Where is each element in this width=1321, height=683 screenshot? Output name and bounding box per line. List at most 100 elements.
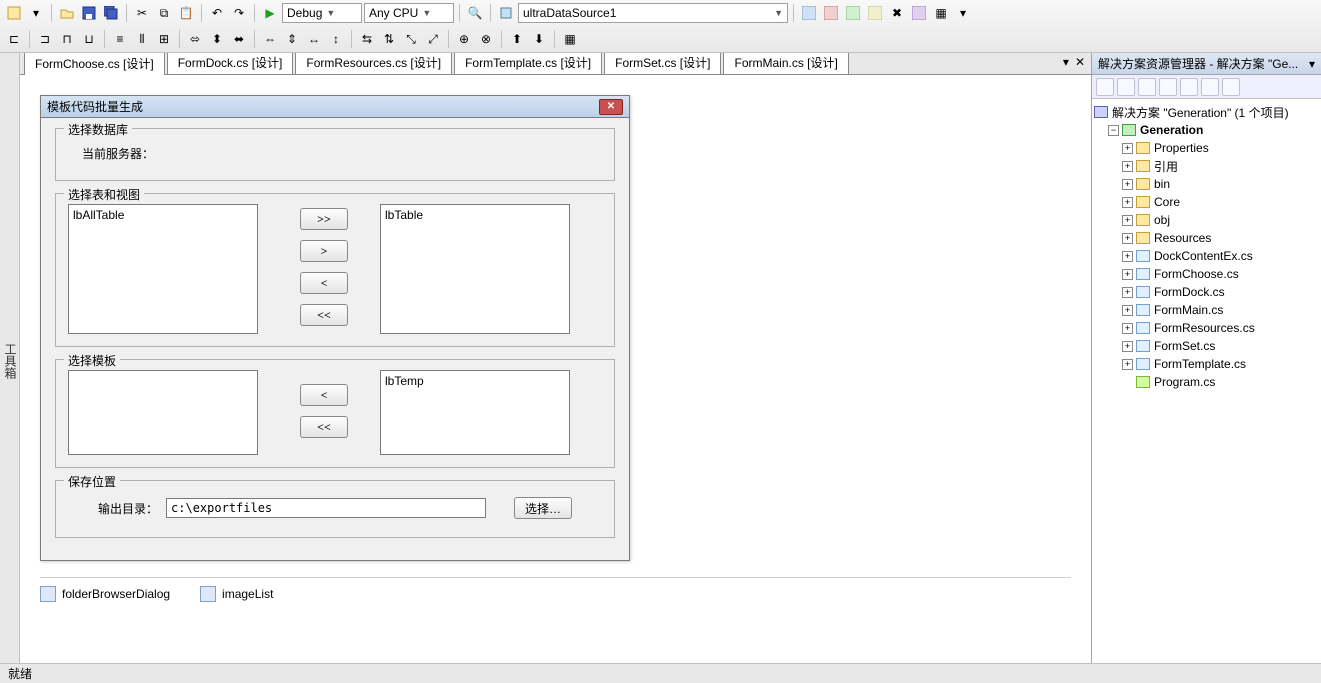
panel-dropdown-icon[interactable]: ▾ [1309,57,1315,71]
tree-row-project[interactable]: − Generation [1094,121,1319,139]
toolbox-icon-7[interactable]: ▦ [931,3,951,23]
expand-icon[interactable]: + [1122,233,1133,244]
start-debug-icon[interactable]: ▶ [260,3,280,23]
size-icon[interactable]: ⬌ [229,29,249,49]
toolbox-icon-6[interactable] [909,3,929,23]
center-icon[interactable]: ⊗ [476,29,496,49]
form-designer-surface[interactable]: 模板代码批量生成 ✕ 选择数据库 当前服务器： 选择表和视图 lbAllTabl… [20,75,1091,663]
toolbox-icon-1[interactable] [799,3,819,23]
tree-row-item[interactable]: +FormResources.cs [1094,319,1319,337]
form-close-button[interactable]: ✕ [599,99,623,115]
tree-row-item[interactable]: +obj [1094,211,1319,229]
tab-formtemplate[interactable]: FormTemplate.cs [设计] [454,53,602,74]
tab-overflow-icon[interactable]: ▾ [1063,55,1069,69]
tree-row-item[interactable]: +FormTemplate.cs [1094,355,1319,373]
align-icon[interactable]: ⊞ [154,29,174,49]
align-icon[interactable]: ⊔ [79,29,99,49]
copy-icon[interactable]: ⧉ [154,3,174,23]
toolbox-strip[interactable]: 工具箱 [0,53,20,663]
tree-row-item[interactable]: Program.cs [1094,373,1319,391]
panel-btn-3[interactable] [1138,78,1156,96]
paste-icon[interactable]: 📋 [176,3,196,23]
button-move-right[interactable]: > [300,240,348,262]
redo-icon[interactable]: ↷ [229,3,249,23]
find-icon[interactable]: 🔍 [465,3,485,23]
panel-btn-5[interactable] [1180,78,1198,96]
spacing-icon[interactable]: ⇔ [260,29,280,49]
spacing-icon[interactable]: ⤡ [401,29,421,49]
button-template-left[interactable]: < [300,384,348,406]
expand-icon[interactable]: + [1122,305,1133,316]
config-combo[interactable]: Debug▼ [282,3,362,23]
tab-order-icon[interactable]: ▦ [560,29,580,49]
panel-btn-4[interactable] [1159,78,1177,96]
tree-row-item[interactable]: +bin [1094,175,1319,193]
tab-formresources[interactable]: FormResources.cs [设计] [295,53,452,74]
toolbox-icon-4[interactable] [865,3,885,23]
panel-btn-6[interactable] [1201,78,1219,96]
expand-icon[interactable]: + [1122,359,1133,370]
order-icon[interactable]: ⬆ [507,29,527,49]
align-icon[interactable]: ⊐ [35,29,55,49]
size-icon[interactable]: ⬄ [185,29,205,49]
tab-formmain[interactable]: FormMain.cs [设计] [723,53,848,74]
spacing-icon[interactable]: ⤢ [423,29,443,49]
expand-icon[interactable]: + [1122,323,1133,334]
datasource-combo[interactable]: ultraDataSource1▼ [518,3,788,23]
spacing-icon[interactable]: ↕ [326,29,346,49]
listbox-selected-tables[interactable]: lbTable [380,204,570,334]
expand-icon[interactable]: + [1122,287,1133,298]
tree-row-item[interactable]: +Properties [1094,139,1319,157]
new-project-icon[interactable] [4,3,24,23]
center-icon[interactable]: ⊕ [454,29,474,49]
tray-image-list[interactable]: imageList [200,586,273,602]
panel-btn-1[interactable] [1096,78,1114,96]
listbox-template-left[interactable] [68,370,258,455]
tree-row-item[interactable]: +Resources [1094,229,1319,247]
tab-close-icon[interactable]: ✕ [1075,55,1085,69]
form-titlebar[interactable]: 模板代码批量生成 ✕ [41,96,629,118]
tree-row-item[interactable]: +DockContentEx.cs [1094,247,1319,265]
toolbox-icon-3[interactable] [843,3,863,23]
align-icon[interactable]: ⊓ [57,29,77,49]
toolbox-icon-2[interactable] [821,3,841,23]
tree-row-item[interactable]: +Core [1094,193,1319,211]
button-move-all-right[interactable]: >> [300,208,348,230]
expand-icon[interactable]: + [1122,179,1133,190]
output-dir-input[interactable] [166,498,486,518]
save-icon[interactable] [79,3,99,23]
dropdown-icon[interactable]: ▾ [26,3,46,23]
expand-icon[interactable]: + [1122,215,1133,226]
size-icon[interactable]: ⬍ [207,29,227,49]
align-left-icon[interactable]: ⊏ [4,29,24,49]
component-icon[interactable] [496,3,516,23]
collapse-icon[interactable]: − [1108,125,1119,136]
toolbox-icon-5[interactable]: ✖ [887,3,907,23]
listbox-template-right[interactable]: lbTemp [380,370,570,455]
tree-row-item[interactable]: +引用 [1094,157,1319,175]
cut-icon[interactable]: ✂ [132,3,152,23]
tree-row-solution[interactable]: 解决方案 "Generation" (1 个项目) [1094,103,1319,121]
expand-icon[interactable]: + [1122,269,1133,280]
tree-row-item[interactable]: +FormMain.cs [1094,301,1319,319]
align-icon[interactable]: ⫴ [132,29,152,49]
panel-btn-2[interactable] [1117,78,1135,96]
expand-icon[interactable]: + [1122,197,1133,208]
browse-button[interactable]: 选择… [514,497,572,519]
tree-row-item[interactable]: +FormSet.cs [1094,337,1319,355]
button-template-all-left[interactable]: << [300,416,348,438]
solution-explorer-header[interactable]: 解决方案资源管理器 - 解决方案 "Ge... ▾ [1092,53,1321,75]
tree-row-item[interactable]: +FormDock.cs [1094,283,1319,301]
dropdown-icon[interactable]: ▾ [953,3,973,23]
expand-icon[interactable]: + [1122,251,1133,262]
tab-formset[interactable]: FormSet.cs [设计] [604,53,721,74]
expand-icon[interactable]: + [1122,143,1133,154]
listbox-all-tables[interactable]: lbAllTable [68,204,258,334]
tray-folder-browser-dialog[interactable]: folderBrowserDialog [40,586,170,602]
align-icon[interactable]: ≡ [110,29,130,49]
expand-icon[interactable]: + [1122,161,1133,172]
tab-formdock[interactable]: FormDock.cs [设计] [167,53,294,74]
undo-icon[interactable]: ↶ [207,3,227,23]
platform-combo[interactable]: Any CPU▼ [364,3,454,23]
designed-form[interactable]: 模板代码批量生成 ✕ 选择数据库 当前服务器： 选择表和视图 lbAllTabl… [40,95,630,561]
